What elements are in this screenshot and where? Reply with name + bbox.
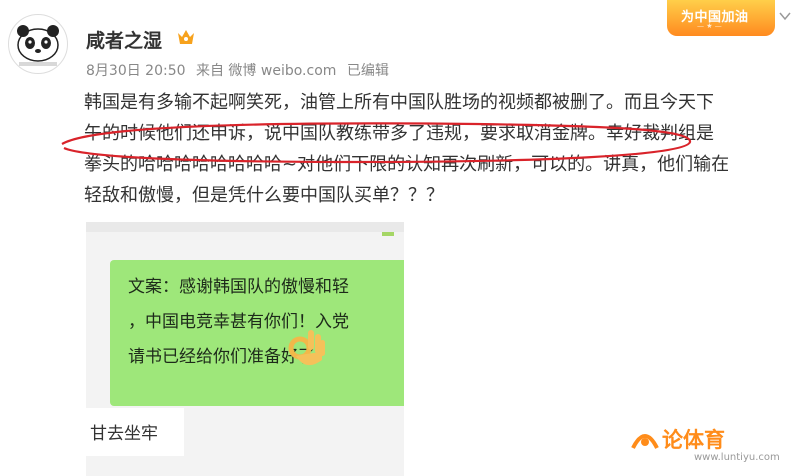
second-message: 甘去坐牢: [86, 408, 184, 456]
chat-top-bar: [86, 222, 404, 232]
vip-badge-icon: [176, 28, 196, 46]
campaign-banner[interactable]: 为中国加油 — ★ —: [667, 0, 775, 36]
chat-screenshot[interactable]: 文案：感谢韩国队的傲慢和轻 ，中国电竞幸甚有你们！入党 请书已经给你们准备好了 …: [86, 222, 404, 476]
post-meta: 8月30日 20:50 来自 微博 weibo.com 已编辑: [86, 60, 395, 80]
edited-label: 已编辑: [346, 63, 389, 79]
post-line: 轻敌和傲慢，但是凭什么要中国队买单？？？: [84, 185, 444, 206]
banner-decoration: — ★ —: [697, 22, 722, 30]
watermark-brand: 论体育: [662, 428, 725, 452]
avatar[interactable]: [8, 14, 68, 74]
chevron-down-icon[interactable]: [778, 8, 792, 22]
username[interactable]: 咸者之湿: [86, 26, 162, 53]
watermark-url: www.luntiyu.com: [694, 452, 780, 463]
post-line: 拳头的哈哈哈哈哈哈哈哈~对他们下限的认知再次刷新，可以的。讲真，他们输在: [84, 154, 730, 175]
chat-indicator: [382, 232, 394, 236]
bubble-line: 文案：感谢韩国队的傲慢和轻: [128, 277, 349, 297]
watermark-logo-icon: [630, 426, 660, 452]
chat-bubble: 文案：感谢韩国队的傲慢和轻 ，中国电竞幸甚有你们！入党 请书已经给你们准备好了: [110, 260, 404, 406]
post-line: 韩国是有多输不起啊笑死，油管上所有中国队胜场的视频都被删了。而且今天下: [84, 92, 714, 113]
ok-hand-emoji-icon: [286, 326, 326, 372]
post-source[interactable]: 来自 微博 weibo.com: [196, 63, 336, 79]
post-text: 韩国是有多输不起啊笑死，油管上所有中国队胜场的视频都被删了。而且今天下 午的时候…: [84, 87, 799, 211]
second-message-text: 甘去坐牢: [90, 424, 158, 444]
post-line: 午的时候他们还申诉，说中国队教练带多了违规，要求取消金牌。幸好裁判组是: [84, 123, 714, 144]
post-date[interactable]: 8月30日 20:50: [86, 63, 186, 79]
